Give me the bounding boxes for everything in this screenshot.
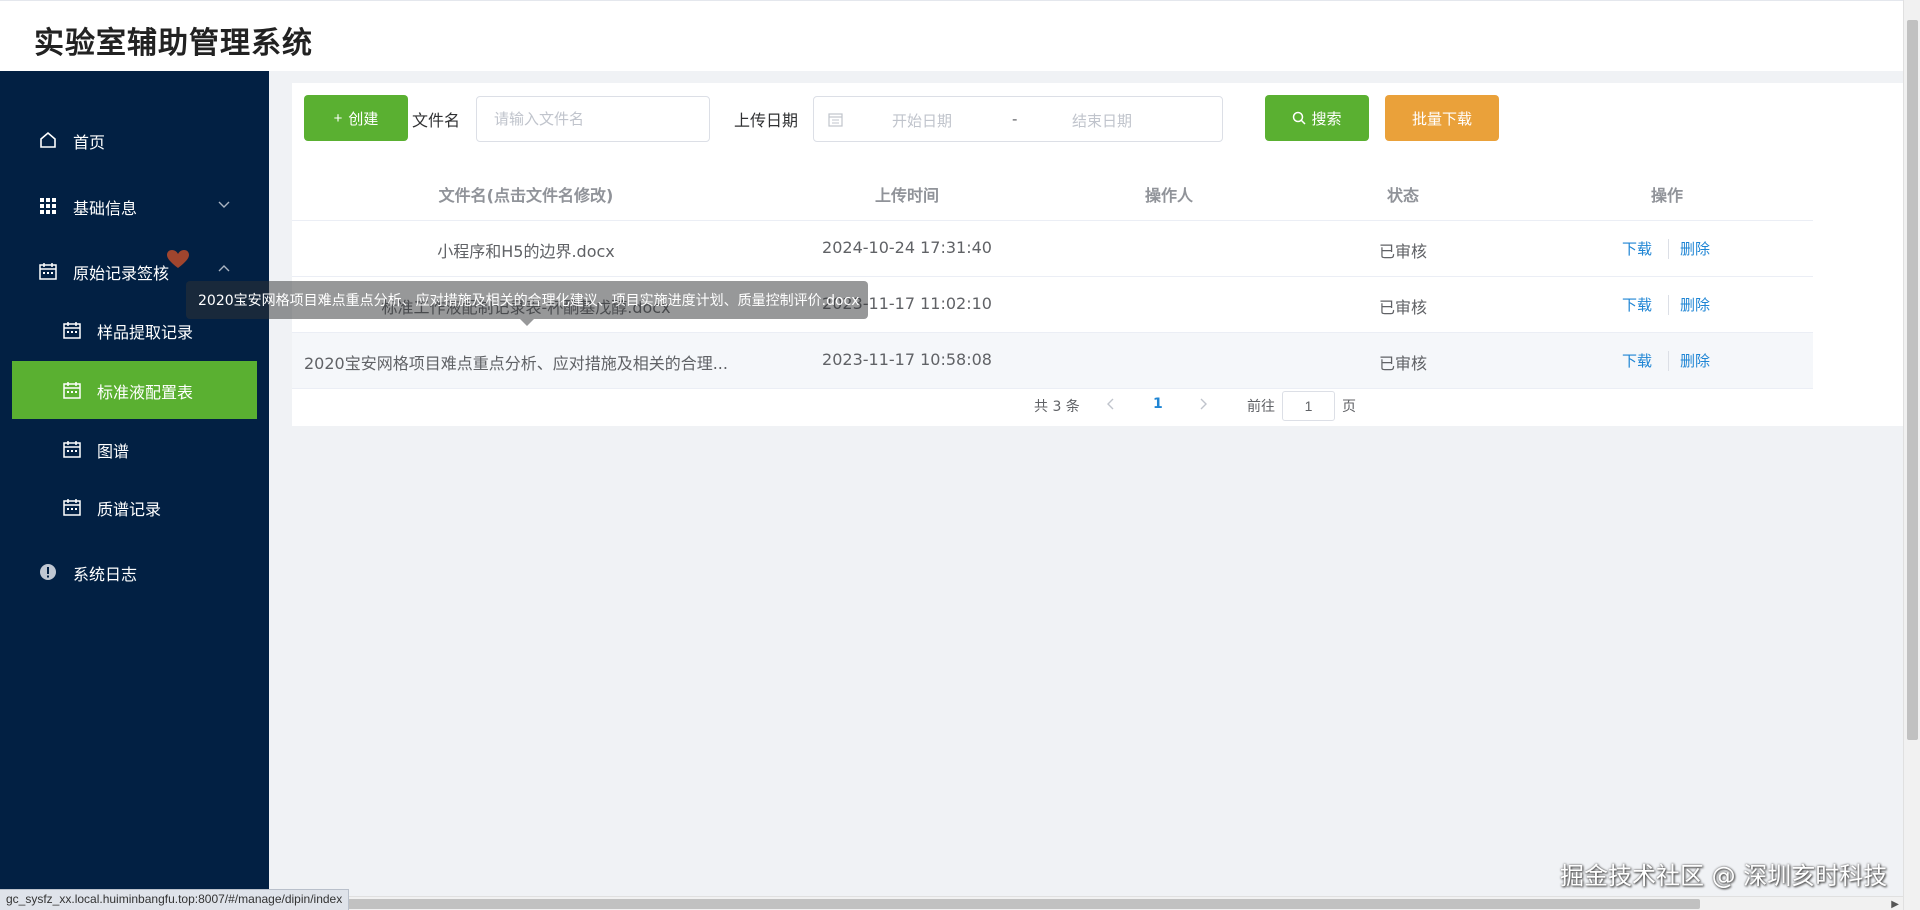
- app-title: 实验室辅助管理系统: [34, 26, 313, 61]
- sidebar-item-label: 系统日志: [73, 565, 138, 584]
- top-header: 实验室辅助管理系统: [0, 0, 1903, 71]
- delete-link[interactable]: 删除: [1680, 238, 1710, 259]
- scrollbar-thumb[interactable]: [270, 899, 1700, 909]
- end-date-input[interactable]: 结束日期: [1072, 110, 1132, 131]
- column-header: 状态: [1386, 186, 1420, 205]
- goto-label: 前往: [1247, 399, 1275, 415]
- divider: [1668, 351, 1669, 371]
- grid-icon: [40, 198, 56, 214]
- filename-tooltip: 2020宝安网格项目难点重点分析、应对措施及相关的合理化建议、项目实施进度计划、…: [186, 281, 868, 319]
- calendar-icon: [828, 113, 843, 127]
- scroll-right-arrow-icon[interactable]: ▶: [1891, 899, 1899, 910]
- column-header: 上传时间: [874, 186, 940, 205]
- sidebar-item-label: 样品提取记录: [97, 323, 194, 342]
- pagination-total: 共 3 条: [1034, 399, 1080, 415]
- calendar-icon: [63, 441, 81, 458]
- sidebar-item-spectrum[interactable]: 图谱: [12, 420, 257, 478]
- chevron-up-icon: [218, 265, 230, 272]
- chevron-right-icon[interactable]: [1196, 397, 1210, 411]
- status-cell: 已审核: [1378, 242, 1428, 261]
- start-date-input[interactable]: 开始日期: [892, 110, 952, 131]
- divider: [1668, 239, 1669, 259]
- sidebar-item-standard-solution[interactable]: 标准液配置表: [12, 361, 257, 419]
- search-icon: [1293, 111, 1307, 125]
- column-header: 操作人: [1144, 186, 1194, 205]
- sidebar-item-home[interactable]: 首页: [12, 111, 257, 169]
- status-cell: 已审核: [1378, 298, 1428, 317]
- goto-page-input[interactable]: [1282, 391, 1335, 421]
- main-content: + 创建 文件名 上传日期 开始日期 - 结束日期 搜索 批量下载 文件名(点击…: [269, 71, 1903, 896]
- page-unit-label: 页: [1342, 399, 1356, 415]
- home-icon: [40, 131, 56, 148]
- status-bar-url: gc_sysfz_xx.local.huiminbangfu.top:8007/…: [0, 889, 350, 910]
- sidebar-item-label: 图谱: [97, 442, 130, 461]
- sidebar: 首页 基础信息 原始记录签核 样品提取记录 标准液配置表 图谱 质谱记录 系统日…: [0, 71, 269, 896]
- upload-date-label: 上传日期: [734, 111, 799, 130]
- sidebar-item-mass-spec[interactable]: 质谱记录: [12, 478, 257, 536]
- status-cell: 已审核: [1378, 354, 1428, 373]
- vertical-scrollbar[interactable]: [1903, 0, 1920, 910]
- sidebar-item-label: 原始记录签核: [73, 264, 170, 283]
- plus-icon: +: [333, 109, 343, 127]
- date-separator: -: [1012, 110, 1018, 128]
- filter-toolbar: + 创建 文件名 上传日期 开始日期 - 结束日期 搜索 批量下载: [292, 83, 1903, 165]
- sidebar-item-system-log[interactable]: 系统日志: [12, 543, 257, 601]
- filename-input[interactable]: [476, 96, 710, 142]
- divider: [1668, 295, 1669, 315]
- table-header: 文件名(点击文件名修改) 上传时间 操作人 状态 操作: [292, 165, 1813, 221]
- table-row: 2020宝安网格项目难点重点分析、应对措施及相关的合理... 2023-11-1…: [292, 333, 1813, 389]
- create-button-label: 创建: [348, 110, 379, 128]
- search-button-label: 搜索: [1311, 110, 1342, 128]
- download-link[interactable]: 下载: [1622, 350, 1652, 371]
- sidebar-item-label: 质谱记录: [97, 500, 162, 519]
- calendar-icon: [39, 263, 57, 280]
- heart-icon: [167, 250, 189, 268]
- filename-cell[interactable]: 2020宝安网格项目难点重点分析、应对措施及相关的合理...: [304, 350, 728, 374]
- calendar-icon: [63, 322, 81, 339]
- filename-label: 文件名: [412, 111, 461, 130]
- delete-link[interactable]: 删除: [1680, 350, 1710, 371]
- download-link[interactable]: 下载: [1622, 238, 1652, 259]
- calendar-icon: [63, 382, 81, 399]
- upload-time-cell: 2024-10-24 17:31:40: [822, 238, 992, 257]
- calendar-icon: [63, 499, 81, 516]
- delete-link[interactable]: 删除: [1680, 294, 1710, 315]
- pagination: 共 3 条 1 前往 页: [292, 387, 1903, 426]
- watermark: 掘金技术社区 @ 深圳亥时科技: [1560, 862, 1888, 890]
- filename-cell[interactable]: 小程序和H5的边界.docx: [437, 238, 615, 262]
- tooltip-arrow: [520, 319, 534, 326]
- date-range-picker[interactable]: 开始日期 - 结束日期: [813, 96, 1223, 142]
- chevron-left-icon[interactable]: [1104, 397, 1118, 411]
- upload-time-cell: 2023-11-17 10:58:08: [822, 350, 992, 369]
- table-row: 小程序和H5的边界.docx 2024-10-24 17:31:40 已审核 下…: [292, 221, 1813, 277]
- warning-circle-icon: [40, 564, 56, 580]
- chevron-down-icon: [218, 201, 230, 208]
- column-header: 文件名(点击文件名修改): [438, 186, 614, 205]
- page-number[interactable]: 1: [1153, 396, 1163, 412]
- column-header: 操作: [1650, 186, 1684, 205]
- scrollbar-thumb[interactable]: [1907, 20, 1918, 740]
- sidebar-item-label: 基础信息: [73, 199, 138, 218]
- search-button[interactable]: 搜索: [1265, 95, 1369, 141]
- sidebar-item-label: 标准液配置表: [97, 383, 194, 402]
- sidebar-item-label: 首页: [73, 133, 106, 152]
- download-link[interactable]: 下载: [1622, 294, 1652, 315]
- batch-download-button[interactable]: 批量下载: [1385, 95, 1499, 141]
- create-button[interactable]: + 创建: [304, 95, 408, 141]
- sidebar-item-basic-info[interactable]: 基础信息: [12, 177, 257, 235]
